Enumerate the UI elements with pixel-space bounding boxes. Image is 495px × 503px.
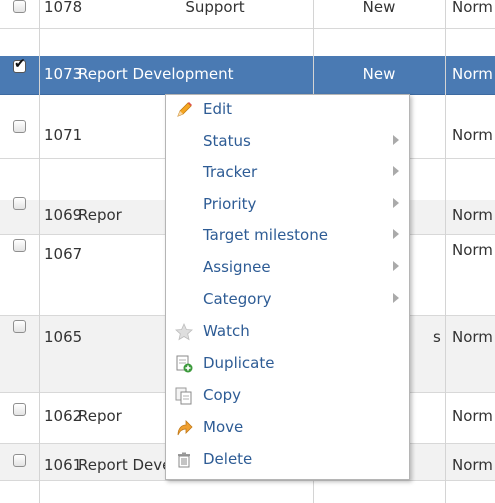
issue-priority: Norm [452, 65, 493, 83]
menu-item-label: Target milestone [203, 226, 328, 244]
submenu-arrow-icon [393, 135, 399, 145]
menu-item-move[interactable]: Move [166, 413, 409, 443]
issue-id[interactable]: 1061 [44, 456, 82, 474]
row-checkbox[interactable] [13, 403, 26, 416]
menu-item-edit[interactable]: Edit [166, 95, 409, 125]
menu-item-label: Status [203, 132, 251, 150]
menu-item-status[interactable]: Status [166, 127, 409, 157]
issue-priority: Norm [452, 0, 493, 16]
row-checkbox[interactable] [13, 454, 26, 467]
issue-priority: Norm [452, 241, 493, 259]
issue-id[interactable]: 1067 [44, 245, 82, 263]
menu-item-label: Delete [203, 450, 253, 468]
context-menu: Edit Status Tracker Priority Target mile… [165, 94, 410, 480]
issue-subject[interactable]: Support [140, 0, 290, 16]
issue-priority: Norm [452, 456, 493, 474]
table-row-selected[interactable]: 1073 Report Development New Norm [0, 56, 495, 95]
row-checkbox[interactable] [13, 197, 26, 210]
issue-priority: Norm [452, 206, 493, 224]
issue-status: s [433, 328, 441, 346]
menu-item-label: Assignee [203, 258, 271, 276]
issue-status: New [362, 0, 396, 16]
column-divider [445, 0, 446, 503]
issue-priority: Norm [452, 126, 493, 144]
menu-item-duplicate[interactable]: Duplicate [166, 349, 409, 379]
issue-id[interactable]: 1073 [44, 65, 82, 83]
menu-item-priority[interactable]: Priority [166, 190, 409, 220]
submenu-arrow-icon [393, 261, 399, 271]
submenu-arrow-icon [393, 293, 399, 303]
issue-subject[interactable]: Repor [78, 206, 122, 224]
submenu-arrow-icon [393, 198, 399, 208]
trash-icon [178, 452, 190, 468]
row-checkbox[interactable] [13, 320, 26, 333]
menu-item-label: Move [203, 418, 244, 436]
pencil-icon [177, 102, 192, 117]
row-checkbox[interactable] [13, 120, 26, 133]
issue-subject[interactable]: Report Development [78, 65, 233, 83]
issue-priority: Norm [452, 328, 493, 346]
menu-item-delete[interactable]: Delete [166, 445, 409, 475]
duplicate-icon [176, 355, 193, 373]
issue-status: New [362, 65, 396, 83]
menu-item-label: Tracker [203, 163, 258, 181]
issue-priority: Norm [452, 407, 493, 425]
column-divider [39, 0, 40, 503]
issue-id[interactable]: 1065 [44, 328, 82, 346]
menu-item-assignee[interactable]: Assignee [166, 253, 409, 283]
row-checkbox-checked[interactable] [13, 56, 26, 73]
menu-item-label: Category [203, 290, 272, 308]
copy-icon [175, 387, 192, 405]
table-row[interactable]: 1078 Support New Norm [0, 0, 495, 29]
row-checkbox[interactable] [13, 239, 26, 252]
move-arrow-icon [177, 420, 193, 436]
issue-subject[interactable]: Repor [78, 407, 122, 425]
star-icon [175, 322, 193, 341]
menu-item-watch[interactable]: Watch [166, 317, 409, 347]
menu-item-tracker[interactable]: Tracker [166, 158, 409, 188]
issue-id[interactable]: 1069 [44, 206, 82, 224]
submenu-arrow-icon [393, 166, 399, 176]
menu-item-label: Watch [203, 322, 250, 340]
menu-item-label: Duplicate [203, 354, 275, 372]
menu-item-copy[interactable]: Copy [166, 381, 409, 411]
issue-id[interactable]: 1071 [44, 126, 82, 144]
row-checkbox[interactable] [13, 0, 26, 13]
menu-item-label: Priority [203, 195, 257, 213]
menu-item-label: Copy [203, 386, 242, 404]
issue-id[interactable]: 1062 [44, 407, 82, 425]
menu-item-category[interactable]: Category [166, 285, 409, 315]
menu-item-label: Edit [203, 100, 233, 118]
issue-id[interactable]: 1078 [44, 0, 82, 16]
submenu-arrow-icon [393, 229, 399, 239]
menu-item-target-milestone[interactable]: Target milestone [166, 221, 409, 251]
